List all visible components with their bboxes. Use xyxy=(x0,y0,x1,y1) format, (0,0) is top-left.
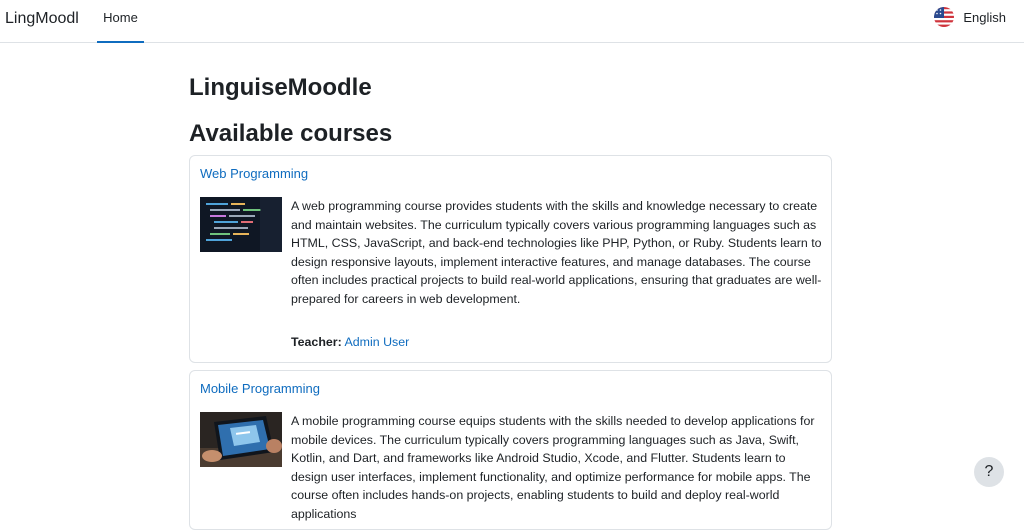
section-heading: Available courses xyxy=(189,120,393,147)
code-editor-thumbnail[interactable] xyxy=(200,197,282,252)
help-button[interactable]: ? xyxy=(974,457,1004,487)
teacher-label: Teacher: xyxy=(291,335,342,349)
course-title-link[interactable]: Mobile Programming xyxy=(200,381,320,396)
course-title-link[interactable]: Web Programming xyxy=(200,166,308,181)
nav-home-tab[interactable]: Home xyxy=(97,0,144,43)
course-summary: A mobile programming course equips stude… xyxy=(291,414,815,521)
course-teacher: Teacher: Admin User xyxy=(291,335,409,349)
page-title: LinguiseMoodle xyxy=(189,74,372,101)
language-menu[interactable]: English xyxy=(934,6,1006,28)
course-card: Mobile Programming A mobile programming … xyxy=(189,370,832,530)
tablet-in-hands-thumbnail[interactable] xyxy=(200,412,282,467)
course-card: Web Programming A web programming course… xyxy=(189,155,832,363)
site-brand-link[interactable]: LingMoodl xyxy=(5,10,79,28)
us-flag-icon xyxy=(934,7,955,27)
course-summary: A web programming course provides studen… xyxy=(291,199,822,306)
teacher-name-link[interactable]: Admin User xyxy=(345,335,410,349)
top-navbar: LingMoodl Home English xyxy=(0,0,1024,43)
language-label: English xyxy=(963,9,1006,25)
